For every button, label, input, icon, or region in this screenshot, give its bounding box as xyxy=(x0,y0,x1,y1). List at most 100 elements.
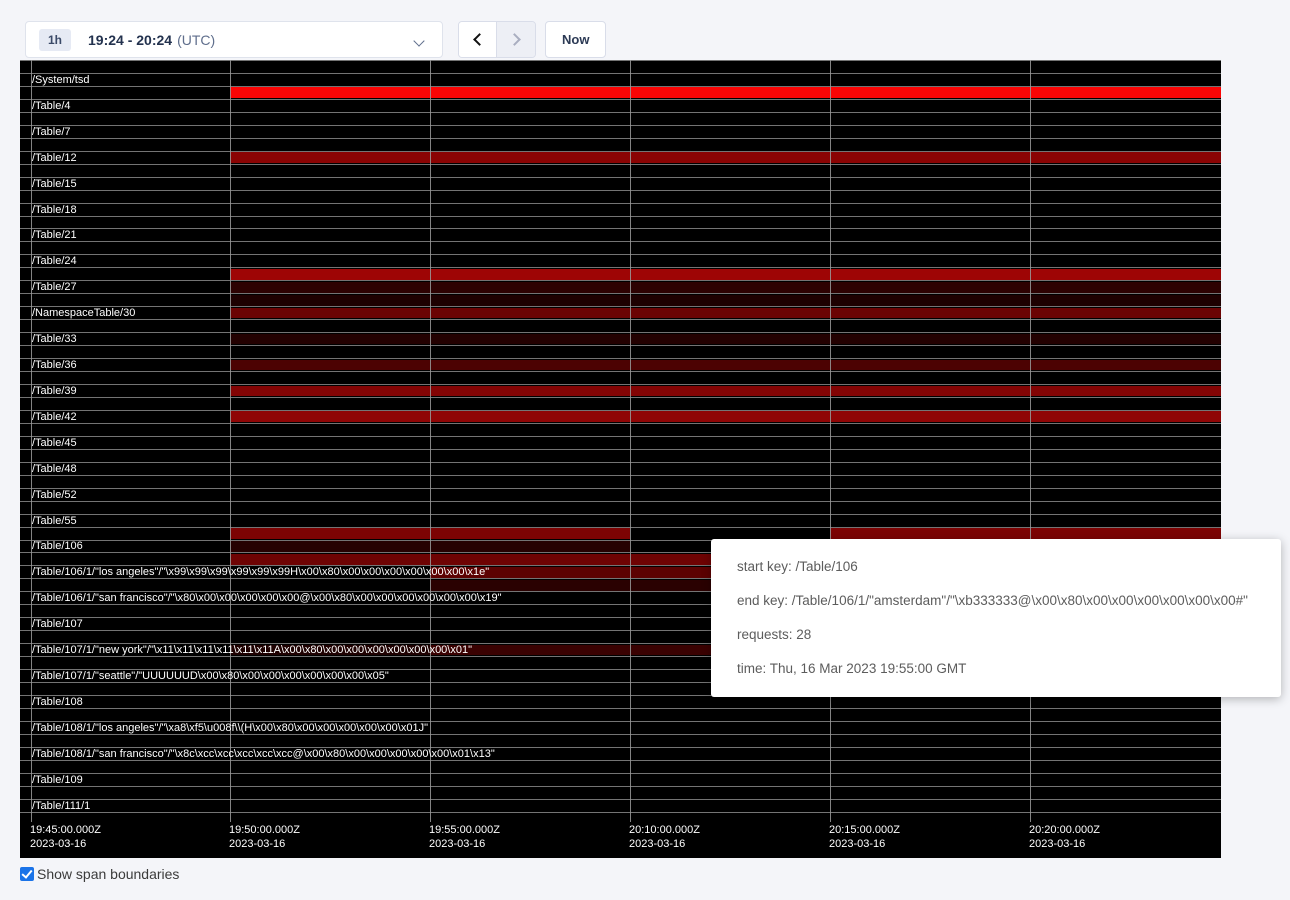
axis-date-label: 2023-03-16 xyxy=(30,837,86,851)
row-label: /Table/107 xyxy=(32,618,83,630)
span-boundary-line xyxy=(20,708,1221,709)
span-boundary-line xyxy=(20,514,1221,515)
tooltip-requests: requests: 28 xyxy=(737,618,1281,652)
span-boundary-line xyxy=(20,436,1221,437)
row-label: /Table/107/1/"seattle"/"UUUUUUD\x00\x80\… xyxy=(32,670,389,682)
row-label: /Table/12 xyxy=(32,152,77,164)
heat-band xyxy=(230,334,1221,345)
row-label: /Table/106/1/"los angeles"/"\x99\x99\x99… xyxy=(32,566,489,578)
axis-time-label: 19:55:00.000Z xyxy=(429,823,500,837)
time-range-selector[interactable]: 1h 19:24 - 20:24 (UTC) xyxy=(25,21,443,58)
row-label: /Table/18 xyxy=(32,204,77,216)
span-boundary-line xyxy=(20,267,1221,268)
span-boundary-line xyxy=(20,280,1221,281)
axis-date-label: 2023-03-16 xyxy=(629,837,685,851)
span-boundary-line xyxy=(20,151,1221,152)
cell-tooltip: start key: /Table/106 end key: /Table/10… xyxy=(711,539,1281,697)
row-label: /Table/106/1/"san francisco"/"\x80\x00\x… xyxy=(32,592,502,604)
span-boundary-line xyxy=(20,164,1221,165)
row-label: /Table/55 xyxy=(32,515,77,527)
span-boundary-line xyxy=(20,73,1221,74)
span-boundary-line xyxy=(20,527,1221,528)
row-label: /Table/7 xyxy=(32,126,71,138)
row-label: /Table/33 xyxy=(32,333,77,345)
span-boundary-line xyxy=(20,203,1221,204)
now-button[interactable]: Now xyxy=(545,21,606,58)
tooltip-start-key: start key: /Table/106 xyxy=(737,550,1281,584)
time-bucket-line xyxy=(430,60,431,822)
heat-band xyxy=(230,386,1221,397)
span-boundary-line xyxy=(20,501,1221,502)
axis-time-label: 19:45:00.000Z xyxy=(30,823,101,837)
heat-band xyxy=(230,87,1221,98)
time-bucket-line xyxy=(230,60,231,822)
row-label: /Table/52 xyxy=(32,489,77,501)
span-boundary-line xyxy=(20,306,1221,307)
span-boundary-line xyxy=(20,254,1221,255)
row-label: /Table/108/1/"san francisco"/"\x8c\xcc\x… xyxy=(32,748,495,760)
span-boundary-line xyxy=(20,384,1221,385)
span-boundary-line xyxy=(20,241,1221,242)
heat-band xyxy=(230,308,1221,319)
row-label: /Table/4 xyxy=(32,100,71,112)
span-boundary-line xyxy=(20,812,1221,813)
chevron-right-icon xyxy=(508,33,521,46)
time-bucket-line xyxy=(630,60,631,822)
row-label: /Table/42 xyxy=(32,411,77,423)
row-label: /Table/21 xyxy=(32,229,77,241)
row-label: /Table/27 xyxy=(32,281,77,293)
axis-date-label: 2023-03-16 xyxy=(229,837,285,851)
row-label: /Table/48 xyxy=(32,463,77,475)
heat-band xyxy=(830,528,1221,539)
span-boundary-line xyxy=(20,177,1221,178)
span-boundary-line xyxy=(20,319,1221,320)
time-bucket-line xyxy=(1030,60,1031,822)
span-boundary-line xyxy=(20,449,1221,450)
row-label: /NamespaceTable/30 xyxy=(32,307,135,319)
next-time-button-disabled[interactable] xyxy=(497,22,535,57)
row-label: /System/tsd xyxy=(32,74,89,86)
axis-date-label: 2023-03-16 xyxy=(1029,837,1085,851)
heat-band xyxy=(230,152,1221,163)
tooltip-time: time: Thu, 16 Mar 2023 19:55:00 GMT xyxy=(737,652,1281,686)
span-boundary-line xyxy=(20,358,1221,359)
span-boundary-line xyxy=(20,371,1221,372)
span-boundary-line xyxy=(20,345,1221,346)
span-boundary-line xyxy=(20,488,1221,489)
show-span-boundaries-toggle[interactable]: Show span boundaries xyxy=(20,866,179,882)
span-boundary-line xyxy=(20,760,1221,761)
key-visualizer-canvas[interactable]: /System/tsd/Table/4/Table/7/Table/12/Tab… xyxy=(20,60,1221,858)
span-boundary-line xyxy=(20,773,1221,774)
axis-date-label: 2023-03-16 xyxy=(429,837,485,851)
span-boundary-line xyxy=(20,86,1221,87)
span-boundary-line xyxy=(20,190,1221,191)
prev-time-button[interactable] xyxy=(459,22,497,57)
heat-band xyxy=(230,411,1221,422)
checkbox-checked-icon[interactable] xyxy=(20,867,34,881)
span-boundary-line xyxy=(20,462,1221,463)
span-boundary-line xyxy=(20,293,1221,294)
row-label: /Table/108/1/"los angeles"/"\xa8\xf5\u00… xyxy=(32,722,428,734)
row-label: /Table/24 xyxy=(32,255,77,267)
checkbox-label: Show span boundaries xyxy=(37,866,179,882)
span-boundary-line xyxy=(20,332,1221,333)
chevron-left-icon xyxy=(473,33,486,46)
axis-date-label: 2023-03-16 xyxy=(829,837,885,851)
time-range-badge: 1h xyxy=(39,29,71,51)
span-boundary-line xyxy=(20,423,1221,424)
row-label: /Table/39 xyxy=(32,385,77,397)
heat-band xyxy=(230,269,1221,280)
span-boundary-line xyxy=(20,397,1221,398)
span-boundary-line xyxy=(20,410,1221,411)
span-boundary-line xyxy=(20,216,1221,217)
row-label: /Table/109 xyxy=(32,774,83,786)
tooltip-end-key: end key: /Table/106/1/"amsterdam"/"\xb33… xyxy=(737,584,1281,618)
span-boundary-line xyxy=(20,138,1221,139)
row-label: /Table/45 xyxy=(32,437,77,449)
axis-time-label: 20:10:00.000Z xyxy=(629,823,700,837)
row-label: /Table/36 xyxy=(32,359,77,371)
span-boundary-line xyxy=(20,228,1221,229)
time-bucket-line xyxy=(830,60,831,822)
chevron-down-icon xyxy=(415,37,424,46)
axis-time-label: 20:15:00.000Z xyxy=(829,823,900,837)
